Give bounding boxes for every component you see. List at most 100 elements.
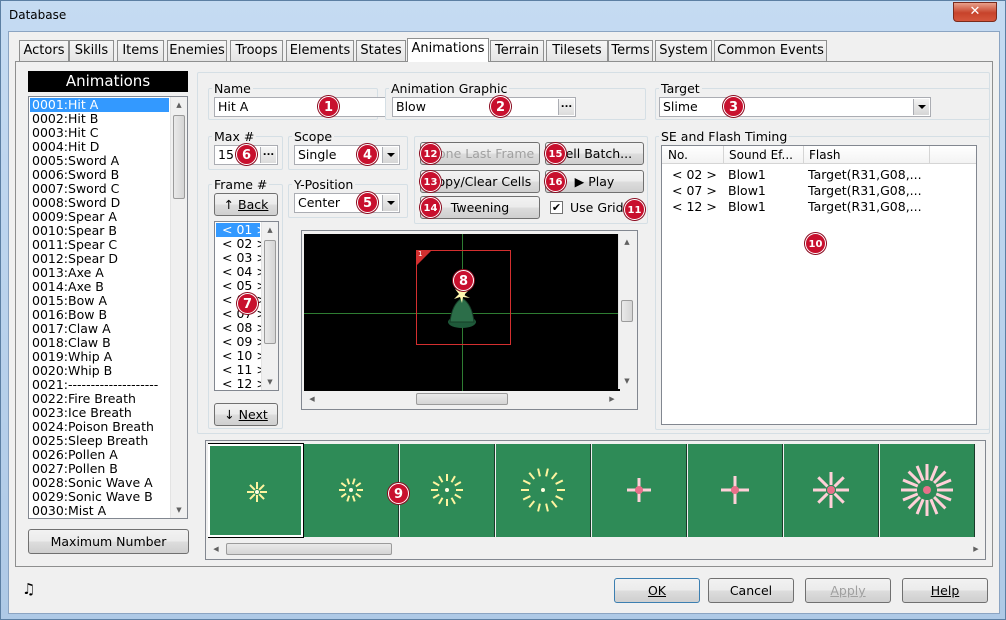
tab-elements[interactable]: Elements bbox=[286, 40, 354, 61]
se-row[interactable]: < 07 > Blow1 Target(R31,G08,... bbox=[662, 183, 976, 199]
max-browse-button[interactable]: ... bbox=[260, 147, 276, 163]
list-item[interactable]: 0016:Bow B bbox=[30, 308, 169, 322]
target-select[interactable]: Slime bbox=[659, 97, 931, 117]
scope-select[interactable]: Single bbox=[294, 145, 400, 165]
scroll-up-icon[interactable]: ▲ bbox=[262, 222, 278, 238]
list-item[interactable]: 0020:Whip B bbox=[30, 364, 169, 378]
frame-item[interactable]: < 11 > bbox=[216, 363, 267, 377]
list-item[interactable]: 0009:Spear A bbox=[30, 210, 169, 224]
list-item[interactable]: 0026:Pollen A bbox=[30, 448, 169, 462]
se-row[interactable]: < 02 > Blow1 Target(R31,G08,... bbox=[662, 167, 976, 183]
scroll-right-icon[interactable]: ▶ bbox=[968, 541, 984, 557]
list-item[interactable]: 0004:Hit D bbox=[30, 140, 169, 154]
list-item[interactable]: 0024:Poison Breath bbox=[30, 420, 169, 434]
tab-tilesets[interactable]: Tilesets bbox=[546, 40, 608, 61]
frame-thumbnail[interactable] bbox=[592, 444, 687, 537]
frame-thumbnail[interactable] bbox=[880, 444, 975, 537]
frame-item[interactable]: < 04 > bbox=[216, 265, 267, 279]
stage-viewport[interactable]: 1 ▲ ▼ ◀ ▶ bbox=[301, 230, 638, 410]
scroll-thumb[interactable] bbox=[173, 115, 185, 199]
tab-items[interactable]: Items bbox=[117, 40, 164, 61]
frame-thumbnail[interactable] bbox=[304, 444, 399, 537]
list-item[interactable]: 0027:Pollen B bbox=[30, 462, 169, 476]
tab-states[interactable]: States bbox=[356, 40, 406, 61]
music-icon[interactable]: ♫ bbox=[22, 580, 35, 598]
list-item[interactable]: 0018:Claw B bbox=[30, 336, 169, 350]
graphic-field[interactable]: Blow... bbox=[392, 97, 576, 117]
frame-thumbnail[interactable] bbox=[784, 444, 879, 537]
scroll-thumb[interactable] bbox=[621, 300, 633, 322]
scroll-up-icon[interactable]: ▲ bbox=[619, 234, 635, 250]
frame-thumbnail[interactable] bbox=[496, 444, 591, 537]
name-input[interactable]: Hit A bbox=[214, 97, 386, 117]
list-item[interactable]: 0030:Mist A bbox=[30, 504, 169, 518]
next-button[interactable]: ↓ Next bbox=[214, 403, 278, 426]
scroll-thumb[interactable] bbox=[416, 393, 508, 405]
scroll-right-icon[interactable]: ▶ bbox=[604, 391, 620, 407]
frame-thumbnail[interactable] bbox=[208, 443, 304, 538]
ypos-dropdown-icon[interactable] bbox=[382, 195, 398, 211]
scope-dropdown-icon[interactable] bbox=[382, 147, 398, 163]
tab-enemies[interactable]: Enemies bbox=[167, 40, 227, 61]
tab-skills[interactable]: Skills bbox=[69, 40, 114, 61]
frame-scrollbar[interactable]: ▲ ▼ bbox=[261, 222, 278, 390]
animation-stage[interactable]: 1 bbox=[304, 234, 620, 391]
se-col-no[interactable]: No. bbox=[668, 148, 688, 162]
list-scrollbar[interactable]: ▲ ▼ bbox=[170, 97, 187, 518]
list-item[interactable]: 0007:Sword C bbox=[30, 182, 169, 196]
list-item[interactable]: 0014:Axe B bbox=[30, 280, 169, 294]
scroll-left-icon[interactable]: ◀ bbox=[304, 391, 320, 407]
list-item[interactable]: 0022:Fire Breath bbox=[30, 392, 169, 406]
tab-troops[interactable]: Troops bbox=[230, 40, 283, 61]
frame-item[interactable]: < 12 > bbox=[216, 377, 267, 391]
list-item[interactable]: 0023:Ice Breath bbox=[30, 406, 169, 420]
stage-vscroll[interactable]: ▲ ▼ bbox=[618, 234, 635, 389]
list-item[interactable]: 0019:Whip A bbox=[30, 350, 169, 364]
ok-button[interactable]: OK bbox=[614, 578, 700, 603]
stage-hscroll[interactable]: ◀ ▶ bbox=[304, 391, 620, 408]
list-item[interactable]: 0008:Sword D bbox=[30, 196, 169, 210]
list-item[interactable]: 0011:Spear C bbox=[30, 238, 169, 252]
list-item[interactable]: 0017:Claw A bbox=[30, 322, 169, 336]
frame-item[interactable]: < 09 > bbox=[216, 335, 267, 349]
list-item[interactable]: 0003:Hit C bbox=[30, 126, 169, 140]
tab-actors[interactable]: Actors bbox=[19, 40, 69, 61]
use-grid-checkbox[interactable]: ✔ bbox=[550, 201, 563, 214]
list-item[interactable]: 0006:Sword B bbox=[30, 168, 169, 182]
scroll-thumb[interactable] bbox=[264, 240, 276, 344]
se-row[interactable]: < 12 > Blow1 Target(R31,G08,... bbox=[662, 199, 976, 215]
frame-item[interactable]: < 01 > bbox=[216, 223, 267, 237]
tab-terrain[interactable]: Terrain bbox=[490, 40, 544, 61]
se-col-flash[interactable]: Flash bbox=[809, 148, 840, 162]
list-item[interactable]: 0015:Bow A bbox=[30, 294, 169, 308]
se-col-sound[interactable]: Sound Ef... bbox=[729, 148, 793, 162]
tab-system[interactable]: System bbox=[655, 40, 712, 61]
graphic-browse-button[interactable]: ... bbox=[558, 99, 574, 115]
list-item[interactable]: 0005:Sword A bbox=[30, 154, 169, 168]
list-item[interactable]: 0012:Spear D bbox=[30, 252, 169, 266]
scroll-up-icon[interactable]: ▲ bbox=[171, 97, 187, 113]
tab-common-events[interactable]: Common Events bbox=[714, 40, 827, 61]
frame-item[interactable]: < 08 > bbox=[216, 321, 267, 335]
scroll-down-icon[interactable]: ▼ bbox=[171, 502, 187, 518]
list-item[interactable]: 0010:Spear B bbox=[30, 224, 169, 238]
apply-button[interactable]: Apply bbox=[805, 578, 891, 603]
frame-item[interactable]: < 05 > bbox=[216, 279, 267, 293]
animation-list[interactable]: 0001:Hit A 0002:Hit B 0003:Hit C 0004:Hit D… bbox=[28, 96, 188, 519]
strip-hscroll[interactable]: ◀ ▶ bbox=[206, 541, 985, 558]
frame-thumbnail[interactable] bbox=[400, 444, 495, 537]
frame-thumbnail[interactable] bbox=[688, 444, 783, 537]
frame-item[interactable]: < 10 > bbox=[216, 349, 267, 363]
help-button[interactable]: Help bbox=[902, 578, 988, 603]
close-button[interactable]: ✕ bbox=[953, 2, 997, 22]
list-item[interactable]: 0028:Sonic Wave A bbox=[30, 476, 169, 490]
scroll-down-icon[interactable]: ▼ bbox=[262, 374, 278, 390]
list-item[interactable]: 0001:Hit A bbox=[30, 98, 169, 112]
list-item[interactable]: 0013:Axe A bbox=[30, 266, 169, 280]
list-item[interactable]: 0021:-------------------- bbox=[30, 378, 169, 392]
tab-terms[interactable]: Terms bbox=[608, 40, 653, 61]
tab-animations[interactable]: Animations bbox=[407, 38, 489, 62]
target-dropdown-icon[interactable] bbox=[913, 99, 929, 115]
ypos-select[interactable]: Center bbox=[294, 193, 400, 213]
maximum-number-button[interactable]: Maximum Number bbox=[28, 529, 189, 554]
